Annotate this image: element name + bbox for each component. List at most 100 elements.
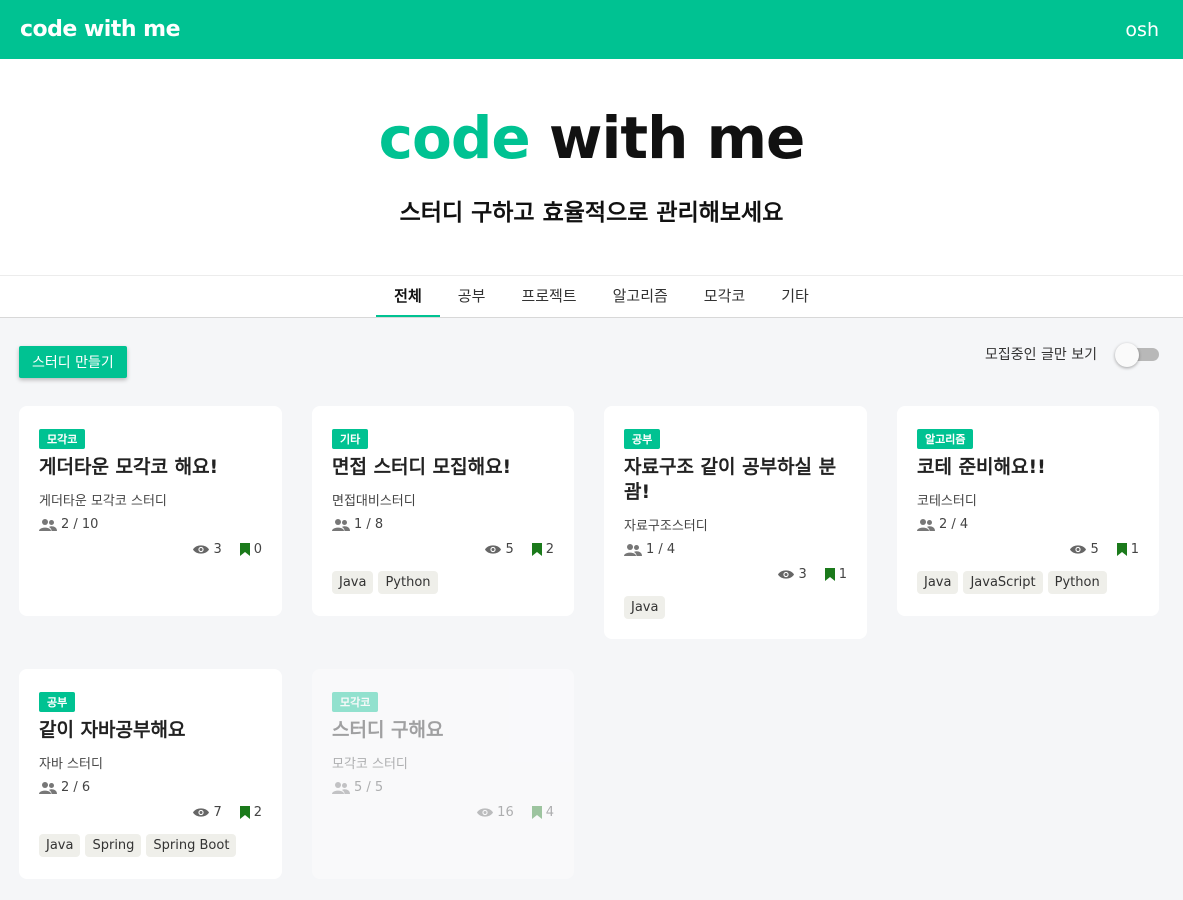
view-count: 5 bbox=[505, 542, 514, 557]
member-count-value: 5 / 5 bbox=[354, 780, 384, 795]
tab-project[interactable]: 프로젝트 bbox=[503, 276, 594, 317]
bookmark-count: 2 bbox=[545, 542, 554, 557]
member-count: 1 / 8 bbox=[332, 517, 554, 532]
hero-title-rest: with me bbox=[529, 104, 805, 172]
card-stats: 3 0 bbox=[39, 542, 262, 557]
tech-tag: Spring bbox=[85, 834, 142, 857]
eye-icon bbox=[193, 544, 210, 555]
people-icon bbox=[39, 781, 57, 794]
card-stats: 7 2 bbox=[39, 805, 262, 820]
category-badge: 모각코 bbox=[332, 692, 379, 712]
bookmark-icon bbox=[531, 543, 542, 556]
card-title: 코테 준비해요!! bbox=[917, 456, 1046, 478]
bookmark-icon bbox=[1116, 543, 1127, 556]
recruiting-toggle[interactable] bbox=[1115, 343, 1159, 367]
card-stats: 16 4 bbox=[332, 805, 554, 820]
hero-title-accent: code bbox=[378, 104, 531, 172]
bookmark-count: 1 bbox=[838, 567, 847, 582]
card-description: 자료구조스터디 bbox=[624, 519, 708, 534]
view-count: 5 bbox=[1090, 542, 1099, 557]
bookmark-icon bbox=[239, 543, 250, 556]
tab-study[interactable]: 공부 bbox=[440, 276, 504, 317]
eye-icon bbox=[1070, 544, 1087, 555]
category-badge: 모각코 bbox=[39, 429, 86, 449]
tech-tag: Java bbox=[332, 571, 374, 594]
people-icon bbox=[917, 518, 935, 531]
study-card-grid: 모각코 게더타운 모각코 해요! 게더타운 모각코 스터디 2 / 10 3 0… bbox=[0, 406, 1183, 879]
card-description: 모각코 스터디 bbox=[332, 757, 408, 772]
tech-tag: Java bbox=[624, 596, 666, 619]
tech-tag: Spring Boot bbox=[146, 834, 237, 857]
tech-tag: Java bbox=[39, 834, 81, 857]
card-title: 면접 스터디 모집해요! bbox=[332, 456, 512, 478]
hero-title: code with me bbox=[378, 104, 806, 172]
toggle-knob bbox=[1115, 343, 1139, 367]
member-count-value: 2 / 4 bbox=[939, 517, 969, 532]
card-title: 스터디 구해요 bbox=[332, 719, 444, 741]
create-study-button[interactable]: 스터디 만들기 bbox=[19, 346, 127, 378]
people-icon bbox=[624, 543, 642, 556]
tech-tag: Python bbox=[378, 571, 438, 594]
study-card[interactable]: 알고리즘 코테 준비해요!! 코테스터디 2 / 4 5 1 Java JavaS… bbox=[897, 406, 1159, 616]
card-description: 코테스터디 bbox=[917, 494, 977, 509]
bookmark-count: 1 bbox=[1130, 542, 1139, 557]
top-navbar: code with me osh bbox=[0, 0, 1183, 59]
study-card[interactable]: 기타 면접 스터디 모집해요! 면접대비스터디 1 / 8 5 2 Java Py… bbox=[312, 406, 574, 616]
member-count-value: 1 / 8 bbox=[354, 517, 384, 532]
tech-tag: JavaScript bbox=[963, 571, 1043, 594]
recruiting-toggle-label: 모집중인 글만 보기 bbox=[985, 347, 1097, 363]
tab-mogakco[interactable]: 모각코 bbox=[686, 276, 763, 317]
study-card[interactable]: 공부 자료구조 같이 공부하실 분 괌! 자료구조스터디 1 / 4 3 1 J… bbox=[604, 406, 867, 639]
people-icon bbox=[332, 781, 350, 794]
category-badge: 알고리즘 bbox=[917, 429, 974, 449]
eye-icon bbox=[485, 544, 502, 555]
tech-tag: Java bbox=[917, 571, 959, 594]
card-stats: 5 2 bbox=[332, 542, 554, 557]
tab-algorithm[interactable]: 알고리즘 bbox=[595, 276, 686, 317]
toolbar: 스터디 만들기 모집중인 글만 보기 bbox=[0, 318, 1183, 406]
people-icon bbox=[39, 518, 57, 531]
tech-tag: Python bbox=[1047, 571, 1107, 594]
bookmark-count: 4 bbox=[545, 805, 554, 820]
user-name[interactable]: osh bbox=[1125, 19, 1159, 41]
member-count: 5 / 5 bbox=[332, 780, 554, 795]
member-count: 1 / 4 bbox=[624, 542, 847, 557]
member-count-value: 2 / 6 bbox=[61, 780, 91, 795]
bookmark-icon bbox=[239, 806, 250, 819]
logo[interactable]: code with me bbox=[20, 17, 181, 42]
tech-tags: Java bbox=[624, 596, 847, 619]
study-card[interactable]: 모각코 게더타운 모각코 해요! 게더타운 모각코 스터디 2 / 10 3 0 bbox=[19, 406, 282, 616]
member-count-value: 2 / 10 bbox=[61, 517, 99, 532]
tab-etc[interactable]: 기타 bbox=[763, 276, 827, 317]
bookmark-count: 0 bbox=[253, 542, 262, 557]
bookmark-icon bbox=[824, 568, 835, 581]
category-badge: 공부 bbox=[39, 692, 76, 712]
view-count: 16 bbox=[497, 805, 514, 820]
member-count: 2 / 6 bbox=[39, 780, 262, 795]
card-title: 자료구조 같이 공부하실 분 괌! bbox=[624, 456, 837, 503]
study-card[interactable]: 모각코 스터디 구해요 모각코 스터디 5 / 5 16 4 bbox=[312, 669, 574, 879]
view-count: 7 bbox=[213, 805, 222, 820]
tech-tags: Java Spring Spring Boot bbox=[39, 834, 262, 857]
member-count: 2 / 10 bbox=[39, 517, 262, 532]
card-title: 게더타운 모각코 해요! bbox=[39, 456, 219, 478]
bookmark-count: 2 bbox=[253, 805, 262, 820]
tech-tags: Java JavaScript Python bbox=[917, 571, 1139, 594]
member-count: 2 / 4 bbox=[917, 517, 1139, 532]
eye-icon bbox=[778, 569, 795, 580]
category-badge: 공부 bbox=[624, 429, 661, 449]
view-count: 3 bbox=[798, 567, 807, 582]
study-card[interactable]: 공부 같이 자바공부해요 자바 스터디 2 / 6 7 2 Java Spring… bbox=[19, 669, 282, 879]
member-count-value: 1 / 4 bbox=[646, 542, 676, 557]
card-description: 면접대비스터디 bbox=[332, 494, 416, 509]
card-stats: 3 1 bbox=[624, 567, 847, 582]
category-tabs: 전체 공부 프로젝트 알고리즘 모각코 기타 bbox=[0, 275, 1183, 318]
card-title: 같이 자바공부해요 bbox=[39, 719, 186, 741]
card-description: 게더타운 모각코 스터디 bbox=[39, 494, 167, 509]
tab-all[interactable]: 전체 bbox=[376, 276, 440, 317]
card-stats: 5 1 bbox=[917, 542, 1139, 557]
category-badge: 기타 bbox=[332, 429, 369, 449]
view-count: 3 bbox=[213, 542, 222, 557]
recruiting-filter: 모집중인 글만 보기 bbox=[985, 343, 1159, 367]
tech-tags: Java Python bbox=[332, 571, 554, 594]
